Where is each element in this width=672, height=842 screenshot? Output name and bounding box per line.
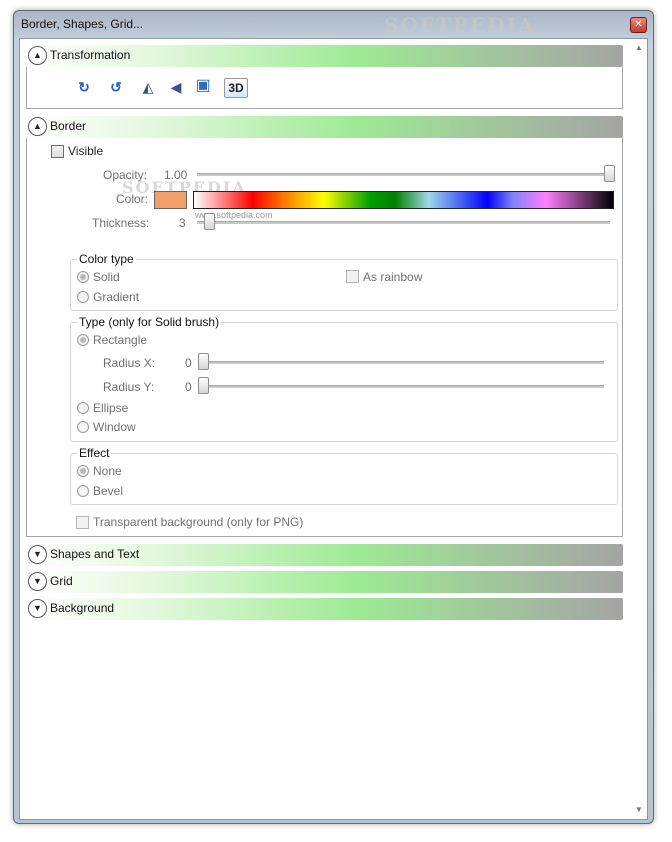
3d-icon[interactable]: 3D	[224, 78, 248, 98]
radius-y-value: 0	[185, 380, 192, 394]
rotate-clockwise-icon[interactable]: ↻	[75, 78, 93, 96]
flip-vertical-icon[interactable]: ◀	[167, 78, 185, 96]
rectangle-label: Rectangle	[93, 333, 148, 347]
section-header-background[interactable]: ▼ Background	[26, 598, 623, 620]
type-group: Type (only for Solid brush) Rectangle Ra…	[70, 315, 618, 442]
opacity-slider-thumb[interactable]	[604, 165, 615, 182]
transparent-bg-label: Transparent background (only for PNG)	[93, 515, 304, 529]
section-header-border[interactable]: ▲ Border	[26, 116, 623, 138]
collapse-icon[interactable]: ▲	[28, 46, 47, 65]
scroll-down-icon[interactable]: ▼	[634, 805, 644, 815]
gradient-radio[interactable]	[77, 291, 89, 303]
radius-y-slider-track[interactable]	[199, 385, 604, 388]
transparent-bg-checkbox[interactable]	[76, 516, 89, 529]
radius-y-slider-thumb[interactable]	[198, 377, 209, 394]
transformation-panel: ↻ ↺ ◭ ◀ ▣ 3D	[26, 67, 623, 109]
gradient-label: Gradient	[93, 290, 140, 304]
color-type-group: Color type Solid Gradient As rainbow	[70, 252, 618, 311]
section-header-transformation[interactable]: ▲ Transformation	[26, 45, 623, 67]
title-bar[interactable]: Border, Shapes, Grid... SOFTPEDIA ✕	[14, 11, 653, 37]
bevel-radio[interactable]	[77, 485, 89, 497]
watermark-top: SOFTPEDIA	[384, 13, 536, 37]
radius-x-value: 0	[185, 356, 192, 370]
none-label: None	[93, 464, 122, 478]
window-title: Border, Shapes, Grid...	[21, 17, 144, 31]
collapse-icon[interactable]: ▲	[28, 117, 47, 136]
color-gradient-picker[interactable]	[193, 191, 614, 209]
close-icon: ✕	[634, 19, 643, 30]
opacity-slider-track[interactable]	[197, 173, 610, 176]
client-area: ▲ ▼ ▲ Transformation ↻ ↺ ◭ ◀ ▣ 3D ▲ Bord…	[19, 38, 648, 820]
visible-label: Visible	[68, 144, 104, 158]
solid-label: Solid	[93, 270, 120, 284]
section-label-grid: Grid	[50, 574, 73, 588]
radius-x-label: Radius X:	[103, 356, 156, 370]
effect-title: Effect	[77, 446, 112, 460]
solid-radio[interactable]	[77, 271, 89, 283]
expand-icon[interactable]: ▼	[28, 599, 47, 618]
radius-x-slider-thumb[interactable]	[198, 353, 209, 370]
type-title: Type (only for Solid brush)	[77, 315, 222, 329]
visible-checkbox[interactable]	[51, 145, 64, 158]
thickness-value: 3	[179, 216, 186, 230]
rectangle-radio[interactable]	[77, 334, 89, 346]
thickness-label: Thickness:	[92, 216, 150, 230]
window-label: Window	[93, 420, 136, 434]
color-type-title: Color type	[77, 252, 136, 266]
border-panel: Visible Opacity: 1.00 SOFTPEDIA Color: w…	[26, 138, 623, 537]
color-label: Color:	[116, 192, 149, 206]
expand-icon[interactable]: ▼	[28, 572, 47, 591]
flip-horizontal-icon[interactable]: ◭	[139, 78, 157, 96]
expand-icon[interactable]: ▼	[28, 545, 47, 564]
image-icon[interactable]: ▣	[194, 77, 212, 95]
close-button[interactable]: ✕	[630, 17, 647, 33]
app-window: Border, Shapes, Grid... SOFTPEDIA ✕ ▲ ▼ …	[13, 10, 654, 824]
scroll-up-icon[interactable]: ▲	[634, 43, 644, 53]
radius-x-slider-track[interactable]	[199, 361, 604, 364]
thickness-slider-track[interactable]	[197, 221, 610, 224]
as-rainbow-checkbox[interactable]	[346, 270, 359, 283]
section-label-shapes-and-text: Shapes and Text	[50, 547, 140, 561]
section-header-shapes-and-text[interactable]: ▼ Shapes and Text	[26, 544, 623, 566]
as-rainbow-label: As rainbow	[363, 270, 423, 284]
radius-y-label: Radius Y:	[103, 380, 155, 394]
section-label-background: Background	[50, 601, 115, 615]
section-label-border: Border	[50, 119, 87, 133]
bevel-label: Bevel	[93, 484, 124, 498]
thickness-slider-thumb[interactable]	[204, 213, 215, 230]
ellipse-radio[interactable]	[77, 402, 89, 414]
section-label-transformation: Transformation	[50, 48, 131, 62]
section-header-grid[interactable]: ▼ Grid	[26, 571, 623, 593]
rotate-counterclockwise-icon[interactable]: ↺	[107, 78, 125, 96]
color-swatch[interactable]	[154, 191, 187, 209]
none-radio[interactable]	[77, 465, 89, 477]
window-radio[interactable]	[77, 421, 89, 433]
effect-group: Effect None Bevel	[70, 446, 618, 505]
ellipse-label: Ellipse	[93, 401, 129, 415]
